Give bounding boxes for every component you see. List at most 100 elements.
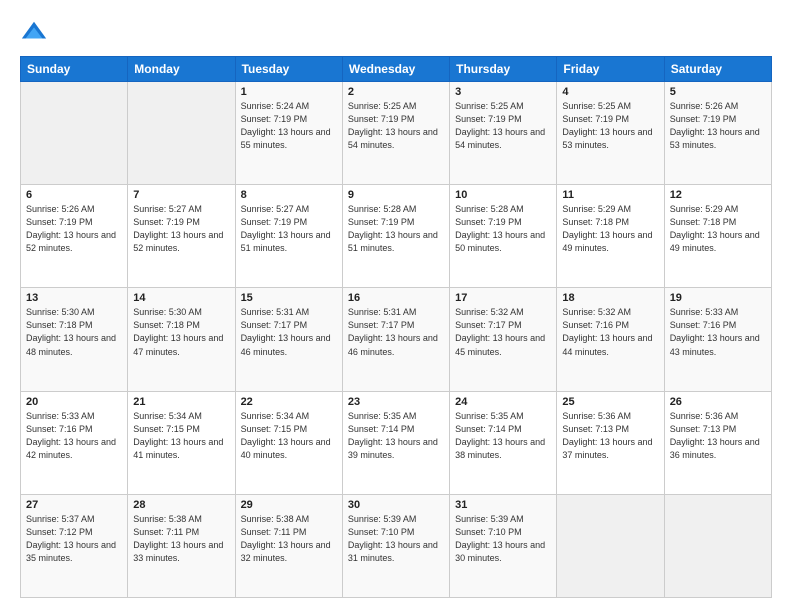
calendar-table: SundayMondayTuesdayWednesdayThursdayFrid… [20,56,772,598]
day-cell: 13Sunrise: 5:30 AM Sunset: 7:18 PM Dayli… [21,288,128,391]
day-number: 8 [241,189,337,201]
day-cell: 5Sunrise: 5:26 AM Sunset: 7:19 PM Daylig… [664,82,771,185]
day-cell: 11 Sunrise: 5:29 AM Sunset: 7:18 PM Dayli… [557,185,664,288]
day-cell: 22Sunrise: 5:34 AM Sunset: 7:15 PM Dayli… [235,391,342,494]
day-info: Sunrise: 5:25 AM Sunset: 7:19 PM Dayligh… [348,100,444,152]
day-info: Sunrise: 5:24 AM Sunset: 7:19 PM Dayligh… [241,100,337,152]
day-cell: 26Sunrise: 5:36 AM Sunset: 7:13 PM Dayli… [664,391,771,494]
day-cell: 7Sunrise: 5:27 AM Sunset: 7:19 PM Daylig… [128,185,235,288]
week-row-3: 13Sunrise: 5:30 AM Sunset: 7:18 PM Dayli… [21,288,772,391]
day-info: Sunrise: 5:31 AM Sunset: 7:17 PM Dayligh… [348,306,444,358]
day-info: Sunrise: 5:30 AM Sunset: 7:18 PM Dayligh… [133,306,229,358]
day-number: 10 [455,189,551,201]
day-info: Sunrise: 5:33 AM Sunset: 7:16 PM Dayligh… [26,410,122,462]
logo-icon [20,18,48,46]
day-info: Sunrise: 5:27 AM Sunset: 7:19 PM Dayligh… [241,203,337,255]
day-cell: 19 Sunrise: 5:33 AM Sunset: 7:16 PM Dayli… [664,288,771,391]
day-info: Sunrise: 5:26 AM Sunset: 7:19 PM Dayligh… [670,100,766,152]
day-cell: 10 Sunrise: 5:28 AM Sunset: 7:19 PM Dayli… [450,185,557,288]
day-number: 30 [348,499,444,511]
day-number: 28 [133,499,229,511]
weekday-header-sunday: Sunday [21,57,128,82]
day-number: 20 [26,396,122,408]
page: SundayMondayTuesdayWednesdayThursdayFrid… [0,0,792,612]
day-info: Sunrise: 5:26 AM Sunset: 7:19 PM Dayligh… [26,203,122,255]
day-cell: 8 Sunrise: 5:27 AM Sunset: 7:19 PM Daylig… [235,185,342,288]
day-number: 3 [455,86,551,98]
day-cell: 18 Sunrise: 5:32 AM Sunset: 7:16 PM Dayli… [557,288,664,391]
day-cell: 3 Sunrise: 5:25 AM Sunset: 7:19 PM Daylig… [450,82,557,185]
day-info: Sunrise: 5:33 AM Sunset: 7:16 PM Dayligh… [670,306,766,358]
day-info: Sunrise: 5:28 AM Sunset: 7:19 PM Dayligh… [455,203,551,255]
day-number: 23 [348,396,444,408]
day-number: 12 [670,189,766,201]
day-number: 4 [562,86,658,98]
day-number: 16 [348,292,444,304]
day-info: Sunrise: 5:39 AM Sunset: 7:10 PM Dayligh… [455,513,551,565]
day-number: 24 [455,396,551,408]
day-cell [21,82,128,185]
weekday-header-wednesday: Wednesday [342,57,449,82]
day-cell: 12Sunrise: 5:29 AM Sunset: 7:18 PM Dayli… [664,185,771,288]
weekday-header-friday: Friday [557,57,664,82]
day-info: Sunrise: 5:38 AM Sunset: 7:11 PM Dayligh… [241,513,337,565]
day-cell: 15 Sunrise: 5:31 AM Sunset: 7:17 PM Dayli… [235,288,342,391]
day-number: 27 [26,499,122,511]
day-cell: 24 Sunrise: 5:35 AM Sunset: 7:14 PM Dayli… [450,391,557,494]
weekday-header-row: SundayMondayTuesdayWednesdayThursdayFrid… [21,57,772,82]
day-number: 19 [670,292,766,304]
day-info: Sunrise: 5:38 AM Sunset: 7:11 PM Dayligh… [133,513,229,565]
day-number: 9 [348,189,444,201]
day-info: Sunrise: 5:28 AM Sunset: 7:19 PM Dayligh… [348,203,444,255]
day-number: 14 [133,292,229,304]
weekday-header-saturday: Saturday [664,57,771,82]
day-number: 17 [455,292,551,304]
day-cell: 29 Sunrise: 5:38 AM Sunset: 7:11 PM Dayli… [235,494,342,597]
day-cell: 14 Sunrise: 5:30 AM Sunset: 7:18 PM Dayli… [128,288,235,391]
week-row-1: 1 Sunrise: 5:24 AM Sunset: 7:19 PM Daylig… [21,82,772,185]
weekday-header-tuesday: Tuesday [235,57,342,82]
header [20,18,772,46]
day-cell: 16 Sunrise: 5:31 AM Sunset: 7:17 PM Dayli… [342,288,449,391]
day-info: Sunrise: 5:35 AM Sunset: 7:14 PM Dayligh… [455,410,551,462]
day-number: 11 [562,189,658,201]
day-cell [128,82,235,185]
day-info: Sunrise: 5:25 AM Sunset: 7:19 PM Dayligh… [562,100,658,152]
logo [20,18,52,46]
week-row-5: 27 Sunrise: 5:37 AM Sunset: 7:12 PM Dayli… [21,494,772,597]
day-number: 6 [26,189,122,201]
day-cell: 28 Sunrise: 5:38 AM Sunset: 7:11 PM Dayli… [128,494,235,597]
day-number: 29 [241,499,337,511]
weekday-header-thursday: Thursday [450,57,557,82]
day-cell: 4 Sunrise: 5:25 AM Sunset: 7:19 PM Daylig… [557,82,664,185]
day-info: Sunrise: 5:32 AM Sunset: 7:17 PM Dayligh… [455,306,551,358]
day-info: Sunrise: 5:35 AM Sunset: 7:14 PM Dayligh… [348,410,444,462]
day-number: 25 [562,396,658,408]
day-info: Sunrise: 5:39 AM Sunset: 7:10 PM Dayligh… [348,513,444,565]
day-cell: 17 Sunrise: 5:32 AM Sunset: 7:17 PM Dayli… [450,288,557,391]
day-info: Sunrise: 5:37 AM Sunset: 7:12 PM Dayligh… [26,513,122,565]
day-number: 1 [241,86,337,98]
day-cell: 1 Sunrise: 5:24 AM Sunset: 7:19 PM Daylig… [235,82,342,185]
day-number: 2 [348,86,444,98]
day-info: Sunrise: 5:30 AM Sunset: 7:18 PM Dayligh… [26,306,122,358]
day-cell: 21Sunrise: 5:34 AM Sunset: 7:15 PM Dayli… [128,391,235,494]
day-info: Sunrise: 5:29 AM Sunset: 7:18 PM Dayligh… [562,203,658,255]
day-cell [557,494,664,597]
day-cell: 30 Sunrise: 5:39 AM Sunset: 7:10 PM Dayli… [342,494,449,597]
day-info: Sunrise: 5:31 AM Sunset: 7:17 PM Dayligh… [241,306,337,358]
day-number: 18 [562,292,658,304]
day-cell: 20 Sunrise: 5:33 AM Sunset: 7:16 PM Dayli… [21,391,128,494]
day-info: Sunrise: 5:36 AM Sunset: 7:13 PM Dayligh… [562,410,658,462]
day-info: Sunrise: 5:25 AM Sunset: 7:19 PM Dayligh… [455,100,551,152]
week-row-4: 20 Sunrise: 5:33 AM Sunset: 7:16 PM Dayli… [21,391,772,494]
day-number: 22 [241,396,337,408]
day-number: 7 [133,189,229,201]
day-cell: 9 Sunrise: 5:28 AM Sunset: 7:19 PM Daylig… [342,185,449,288]
day-info: Sunrise: 5:32 AM Sunset: 7:16 PM Dayligh… [562,306,658,358]
day-number: 21 [133,396,229,408]
day-number: 15 [241,292,337,304]
day-cell: 25 Sunrise: 5:36 AM Sunset: 7:13 PM Dayli… [557,391,664,494]
week-row-2: 6 Sunrise: 5:26 AM Sunset: 7:19 PM Daylig… [21,185,772,288]
day-cell: 2 Sunrise: 5:25 AM Sunset: 7:19 PM Daylig… [342,82,449,185]
